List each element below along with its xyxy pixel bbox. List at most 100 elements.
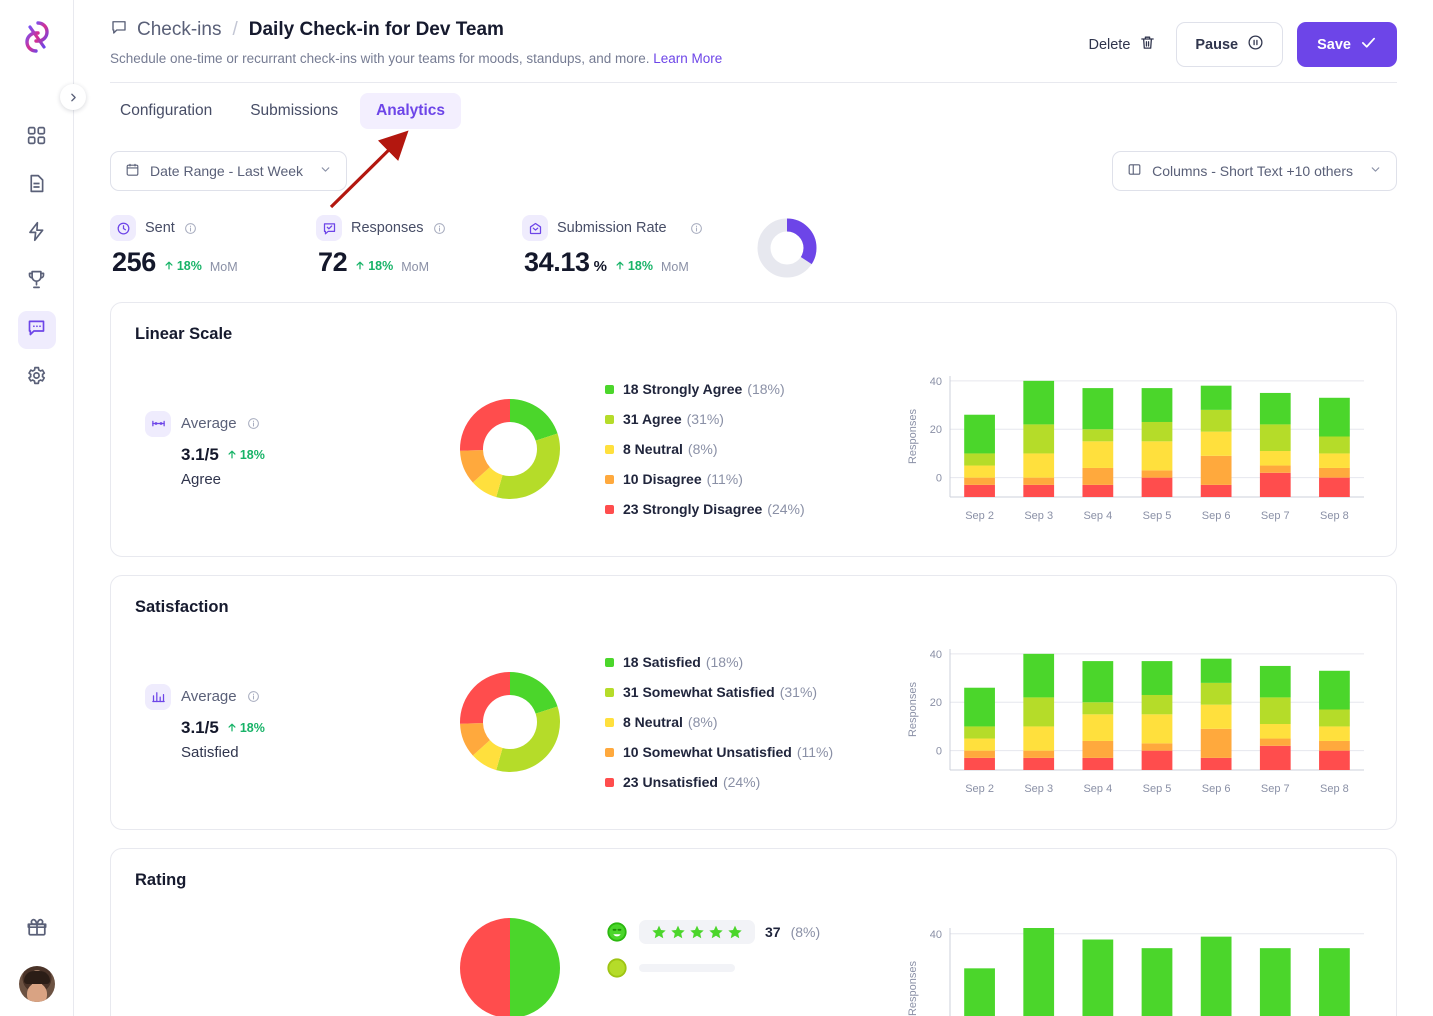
legend-percent: (31%) <box>686 411 724 427</box>
legend-percent: (31%) <box>779 684 818 700</box>
average-caption: Satisfied <box>181 743 239 761</box>
save-button[interactable]: Save <box>1297 22 1397 67</box>
x-tick-label: Sep 4 <box>1083 510 1112 522</box>
bar-segment <box>964 750 995 758</box>
bar-segment <box>1082 740 1114 758</box>
bar-segment <box>1200 455 1232 485</box>
chat-icon <box>26 317 47 343</box>
page-subtitle-text: Schedule one-time or recurrant check-ins… <box>110 51 650 66</box>
card-rating: Rating 37 (8%) 40 Responses <box>110 848 1397 1016</box>
gift-icon <box>26 916 48 943</box>
info-icon[interactable] <box>690 222 703 235</box>
legend-label: 10 Somewhat Unsatisfied (11%) <box>623 744 834 760</box>
columns-icon <box>1127 162 1142 180</box>
x-tick-label: Sep 4 <box>1083 783 1112 795</box>
user-avatar[interactable] <box>19 966 55 1002</box>
save-button-label: Save <box>1317 36 1351 53</box>
bar-segment <box>1023 424 1055 454</box>
legend-percent: (11%) <box>796 744 834 760</box>
legend-linear-scale: 18 Strongly Agree (18%) 31 Agree (31%) 8 N… <box>585 381 902 517</box>
tab-configuration[interactable]: Configuration <box>104 93 228 129</box>
bar-segment <box>964 726 995 739</box>
legend-swatch <box>605 747 614 757</box>
info-icon[interactable] <box>184 222 197 235</box>
bar-segment <box>964 968 995 1016</box>
bar-segment <box>1319 397 1350 437</box>
calendar-icon <box>125 162 140 180</box>
rating-row: 37 (8%) <box>605 920 902 944</box>
satisfaction-icon <box>145 683 171 710</box>
sidebar-item-rewards[interactable] <box>18 910 56 948</box>
bar-segment <box>1319 436 1350 454</box>
info-icon[interactable] <box>247 417 260 430</box>
legend-item: 10 Disagree (11%) <box>605 471 902 487</box>
y-axis-label: Responses <box>907 408 919 464</box>
pause-button[interactable]: Pause <box>1176 22 1284 67</box>
linear-scale-icon <box>145 410 171 437</box>
bar-segment <box>1200 757 1232 770</box>
legend-item: 8 Neutral (8%) <box>605 441 902 457</box>
legend-percent: (24%) <box>767 501 805 517</box>
columns-select[interactable]: Columns - Short Text +10 others <box>1112 151 1397 191</box>
donut-segment <box>460 918 510 1016</box>
learn-more-link[interactable]: Learn More <box>653 51 722 66</box>
bar-segment <box>1200 484 1232 497</box>
legend-swatch <box>605 657 614 667</box>
donut-segment <box>496 706 560 772</box>
bar-segment <box>1259 665 1291 698</box>
bar-segment <box>1082 484 1114 497</box>
bar-segment <box>1082 441 1114 468</box>
bar-segment <box>964 477 995 485</box>
metric-value: 256 <box>112 247 156 277</box>
happy-face-icon <box>605 956 629 980</box>
bar-segment <box>1200 728 1232 758</box>
info-icon[interactable] <box>247 690 260 703</box>
bar-segment <box>1082 714 1114 741</box>
legend-swatch <box>605 384 614 394</box>
card-linear-scale: Linear Scale Average 3.1/5 18% Agree 18 … <box>110 302 1397 557</box>
clock-icon <box>110 215 136 241</box>
bar-segment <box>1023 928 1055 1016</box>
bar-segment <box>1319 467 1350 478</box>
bar-segment <box>1259 465 1291 473</box>
bar-segment <box>1319 750 1350 770</box>
sidebar-item-documents[interactable] <box>18 167 56 205</box>
sidebar-item-automations[interactable] <box>18 215 56 253</box>
legend-percent: (18%) <box>747 381 785 397</box>
card-title: Satisfaction <box>135 598 229 616</box>
rating-row <box>605 956 902 980</box>
document-icon <box>26 173 47 199</box>
x-tick-label: Sep 5 <box>1143 510 1172 522</box>
bar-segment <box>1319 709 1350 727</box>
page-title: Daily Check-in for Dev Team <box>248 19 504 40</box>
average-delta-value: 18% <box>239 447 265 462</box>
breadcrumb-check-ins[interactable]: Check-ins <box>110 18 221 42</box>
delete-button[interactable]: Delete <box>1082 26 1162 63</box>
bar-segment <box>1319 740 1350 751</box>
bar-segment <box>1082 467 1114 485</box>
tab-analytics[interactable]: Analytics <box>360 93 461 129</box>
tab-submissions[interactable]: Submissions <box>234 93 354 129</box>
date-range-select[interactable]: Date Range - Last Week <box>110 151 348 191</box>
bar-segment <box>1200 658 1232 683</box>
donut-segment <box>496 433 560 499</box>
info-icon[interactable] <box>433 222 446 235</box>
bar-segment <box>1259 451 1291 466</box>
sidebar-item-settings[interactable] <box>18 359 56 397</box>
sidebar-item-recognition[interactable] <box>18 263 56 301</box>
x-tick-label: Sep 7 <box>1261 510 1290 522</box>
bar-segment <box>1141 441 1173 471</box>
bar-segment <box>1319 477 1350 497</box>
average-label: Average <box>181 415 237 432</box>
legend-item: 31 Agree (31%) <box>605 411 902 427</box>
app-logo-icon[interactable] <box>17 17 57 57</box>
sidebar-item-check-ins[interactable] <box>17 311 56 349</box>
bar-segment <box>964 465 995 478</box>
bar-segment <box>1259 472 1291 497</box>
metric-value-suffix: % <box>593 258 607 275</box>
sidebar-item-apps[interactable] <box>18 119 56 157</box>
bar-segment <box>1023 757 1055 770</box>
sidebar-collapse-toggle[interactable] <box>60 84 86 110</box>
y-axis-label: Responses <box>907 960 919 1016</box>
legend-swatch <box>605 474 614 484</box>
